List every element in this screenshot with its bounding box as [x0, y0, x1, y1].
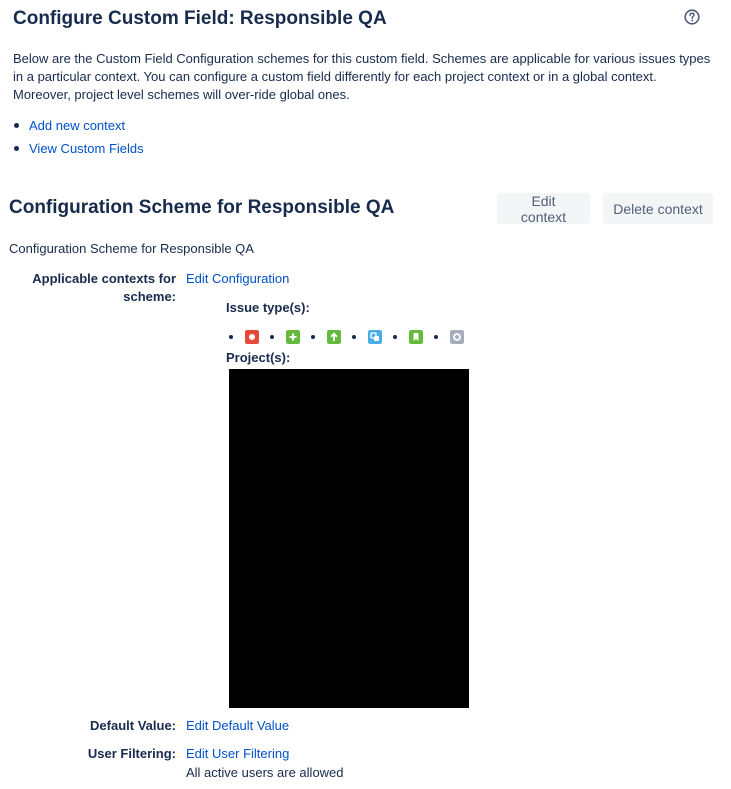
list-item	[229, 330, 259, 344]
question-circle-icon[interactable]	[684, 9, 700, 25]
user-filtering-label: User Filtering:	[87, 746, 176, 761]
redacted-projects-list	[229, 369, 469, 708]
sub-task-icon	[450, 330, 464, 344]
bullet	[270, 335, 274, 339]
edit-default-value-link[interactable]: Edit Default Value	[186, 717, 289, 735]
page-title: Configure Custom Field: Responsible QA	[13, 8, 387, 29]
bullet	[229, 335, 233, 339]
task-icon	[368, 330, 382, 344]
bullet	[352, 335, 356, 339]
list-item	[434, 330, 464, 344]
issue-types-label: Issue type(s):	[226, 300, 310, 315]
list-item	[393, 330, 423, 344]
bullet	[434, 335, 438, 339]
bullet	[393, 335, 397, 339]
list-item	[270, 330, 300, 344]
bug-icon	[245, 330, 259, 344]
delete-context-button[interactable]: Delete context	[603, 193, 713, 224]
bullet	[311, 335, 315, 339]
new-feature-icon	[286, 330, 300, 344]
improvement-icon	[327, 330, 341, 344]
list-item	[352, 330, 382, 344]
user-filtering-note: All active users are allowed	[186, 765, 344, 780]
context-links: Add new context View Custom Fields	[13, 117, 144, 163]
scheme-title: Configuration Scheme for Responsible QA	[9, 197, 395, 218]
edit-user-filtering-link[interactable]: Edit User Filtering	[186, 745, 289, 763]
edit-configuration-link[interactable]: Edit Configuration	[186, 270, 289, 288]
scheme-description: Configuration Scheme for Responsible QA	[9, 241, 254, 256]
intro-description: Below are the Custom Field Configuration…	[13, 51, 711, 102]
add-new-context-link[interactable]: Add new context	[29, 118, 125, 133]
applicable-contexts-label: Applicable contexts for scheme:	[32, 271, 176, 304]
projects-label: Project(s):	[226, 350, 291, 365]
edit-context-button[interactable]: Edit context	[497, 193, 590, 225]
issue-types-list	[229, 329, 475, 345]
view-custom-fields-link[interactable]: View Custom Fields	[29, 141, 144, 156]
list-item: Add new context	[13, 117, 144, 140]
list-item: View Custom Fields	[13, 140, 144, 163]
story-icon	[409, 330, 423, 344]
default-value-label: Default Value:	[90, 718, 176, 733]
list-item	[311, 330, 341, 344]
